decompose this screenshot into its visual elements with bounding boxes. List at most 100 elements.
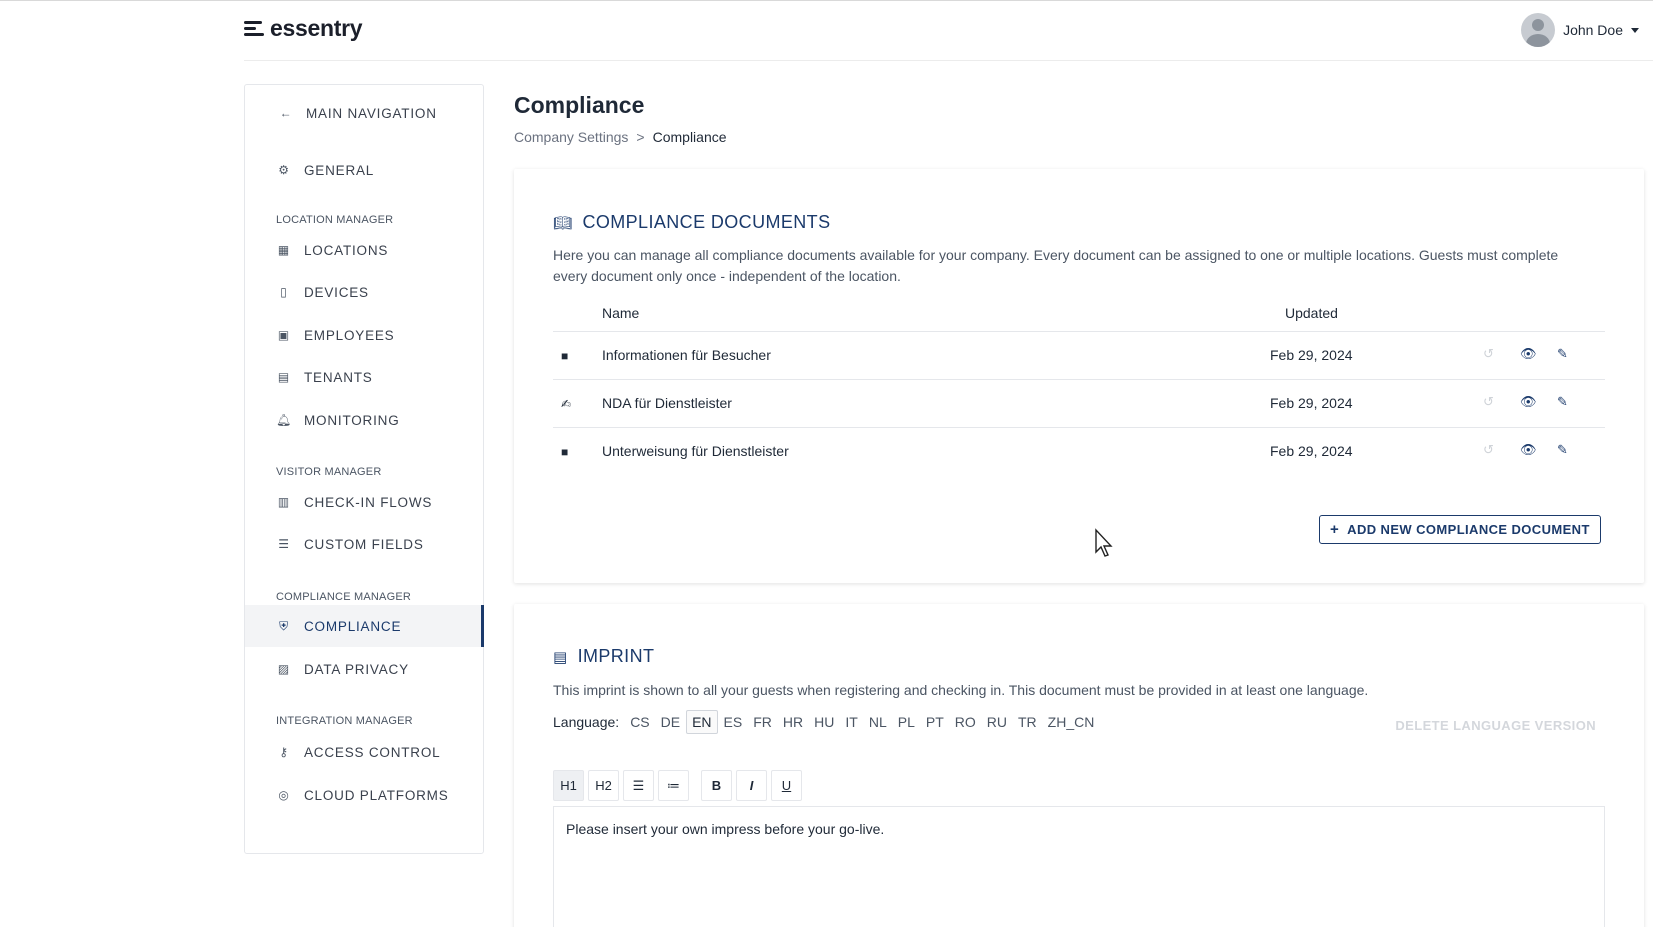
sidebar-item-general[interactable]: ⚙ GENERAL: [245, 149, 483, 191]
numbered-list-icon[interactable]: ≔: [658, 770, 689, 801]
nav-label: DEVICES: [304, 284, 369, 300]
section-label-integration: INTEGRATION MANAGER: [276, 715, 413, 727]
imprint-title: ▤ IMPRINT: [553, 646, 654, 667]
nav-label: MONITORING: [304, 412, 400, 428]
add-compliance-document-button[interactable]: + ADD NEW COMPLIANCE DOCUMENT: [1319, 515, 1601, 544]
language-option-hr[interactable]: HR: [778, 711, 808, 733]
sidebar-item-access-control[interactable]: ⚷ ACCESS CONTROL: [245, 731, 483, 773]
language-label: Language:: [553, 714, 620, 730]
eye-icon[interactable]: 👁︎: [1520, 442, 1537, 458]
sidebar-item-compliance[interactable]: ⛨ COMPLIANCE: [245, 605, 484, 647]
nav-label: EMPLOYEES: [304, 327, 395, 343]
imprint-editor[interactable]: Please insert your own impress before yo…: [553, 806, 1605, 927]
bullet-list-icon[interactable]: ☰: [623, 770, 654, 801]
pencil-icon[interactable]: ✎: [1557, 442, 1568, 458]
nav-label: LOCATIONS: [304, 242, 389, 258]
top-header: essentry John Doe: [0, 0, 1653, 61]
compliance-documents-description: Here you can manage all compliance docum…: [553, 247, 1559, 284]
language-option-en[interactable]: EN: [686, 710, 718, 734]
table-row[interactable]: ✍︎ NDA für Dienstleister Feb 29, 2024 ↺ …: [553, 379, 1605, 427]
language-option-nl[interactable]: NL: [864, 711, 892, 733]
pencil-icon[interactable]: ✎: [1557, 394, 1568, 410]
sidebar-item-checkin-flows[interactable]: ▥ CHECK-IN FLOWS: [245, 481, 483, 523]
table-row[interactable]: ■ Informationen für Besucher Feb 29, 202…: [553, 331, 1605, 379]
nav-label: CUSTOM FIELDS: [304, 536, 424, 552]
nav-label: GENERAL: [304, 162, 375, 178]
nav-label: CLOUD PLATFORMS: [304, 787, 449, 803]
video-icon: ■: [561, 349, 569, 363]
language-selector: Language: CS DE EN ES FR HR HU IT NL PL …: [553, 710, 1100, 734]
sidebar-item-custom-fields[interactable]: ☰ CUSTOM FIELDS: [245, 523, 483, 565]
plus-icon: +: [1330, 521, 1340, 538]
pencil-icon[interactable]: ✎: [1557, 346, 1568, 362]
table-row[interactable]: ■ Unterweisung für Dienstleister Feb 29,…: [553, 427, 1605, 475]
document-name: NDA für Dienstleister: [602, 395, 732, 411]
sidebar: ← MAIN NAVIGATION ⚙ GENERAL LOCATION MAN…: [244, 84, 484, 854]
breadcrumb-current: Compliance: [652, 129, 727, 145]
revert-icon[interactable]: ↺: [1483, 442, 1494, 458]
italic-button[interactable]: I: [736, 770, 767, 801]
language-option-cs[interactable]: CS: [625, 711, 654, 733]
revert-icon[interactable]: ↺: [1483, 394, 1494, 410]
breadcrumb-separator: >: [636, 129, 645, 145]
breadcrumb-link-company-settings[interactable]: Company Settings: [514, 129, 628, 145]
nav-label: MAIN NAVIGATION: [306, 105, 437, 121]
sidebar-item-data-privacy[interactable]: ▨ DATA PRIVACY: [245, 648, 483, 690]
eye-icon[interactable]: 👁︎: [1520, 394, 1537, 410]
underline-button[interactable]: U: [771, 770, 802, 801]
main-navigation-button[interactable]: ← MAIN NAVIGATION: [245, 92, 483, 134]
imprint-card: ▤ IMPRINT This imprint is shown to all y…: [514, 604, 1644, 927]
compliance-documents-card: 📖︎ COMPLIANCE DOCUMENTS Here you can man…: [514, 169, 1644, 583]
language-option-de[interactable]: DE: [656, 711, 685, 733]
section-label-location: LOCATION MANAGER: [276, 214, 394, 226]
cloud-sync-icon: ◎: [278, 788, 290, 802]
nav-label: TENANTS: [304, 369, 373, 385]
mouse-cursor-icon: [1095, 528, 1113, 557]
gear-icon: ⚙: [278, 163, 290, 177]
user-menu[interactable]: John Doe: [1521, 13, 1639, 47]
language-option-pt[interactable]: PT: [921, 711, 949, 733]
sidebar-item-monitoring[interactable]: 🔔︎ MONITORING: [245, 399, 483, 441]
heading1-button[interactable]: H1: [553, 770, 584, 801]
signature-icon: ✍︎: [561, 397, 572, 411]
language-option-es[interactable]: ES: [719, 711, 748, 733]
building-icon: ▦: [277, 243, 291, 257]
sidebar-item-locations[interactable]: ▦ LOCATIONS: [245, 229, 483, 271]
add-button-label: ADD NEW COMPLIANCE DOCUMENT: [1347, 522, 1590, 537]
nav-label: ACCESS CONTROL: [304, 744, 441, 760]
revert-icon[interactable]: ↺: [1483, 346, 1494, 362]
heading2-button[interactable]: H2: [588, 770, 619, 801]
language-option-hu[interactable]: HU: [809, 711, 839, 733]
book-icon: 📖︎: [553, 214, 573, 232]
nav-label: CHECK-IN FLOWS: [304, 494, 433, 510]
save-icon: ▨: [277, 662, 291, 676]
sidebar-item-employees[interactable]: ▣ EMPLOYEES: [245, 314, 483, 356]
sidebar-item-cloud-platforms[interactable]: ◎ CLOUD PLATFORMS: [245, 774, 483, 816]
sidebar-item-tenants[interactable]: ▤ TENANTS: [245, 356, 483, 398]
shield-icon: ⛨: [279, 618, 289, 633]
section-label-visitor: VISITOR MANAGER: [276, 466, 382, 478]
key-icon: ⚷: [279, 745, 289, 759]
language-option-pl[interactable]: PL: [893, 711, 920, 733]
language-option-ro[interactable]: RO: [950, 711, 981, 733]
arrow-left-icon: ←: [279, 106, 293, 120]
language-option-tr[interactable]: TR: [1013, 711, 1042, 733]
sidebar-item-devices[interactable]: ▯ DEVICES: [245, 271, 483, 313]
logo-icon: [244, 21, 266, 36]
header-divider: [244, 60, 1653, 61]
logo[interactable]: essentry: [244, 15, 363, 42]
card-title-text: COMPLIANCE DOCUMENTS: [582, 212, 831, 232]
language-option-zh-cn[interactable]: ZH_CN: [1043, 711, 1100, 733]
page-title: Compliance: [514, 92, 645, 118]
briefcase-icon: ▤: [277, 370, 291, 384]
avatar-icon: [1521, 13, 1556, 47]
language-option-fr[interactable]: FR: [748, 711, 777, 733]
document-updated: Feb 29, 2024: [1270, 347, 1353, 363]
eye-icon[interactable]: 👁︎: [1520, 346, 1537, 362]
document-updated: Feb 29, 2024: [1270, 395, 1353, 411]
language-option-ru[interactable]: RU: [982, 711, 1012, 733]
breadcrumb: Company Settings > Compliance: [514, 129, 727, 145]
language-option-it[interactable]: IT: [840, 711, 862, 733]
delete-language-version-button[interactable]: DELETE LANGUAGE VERSION: [1395, 718, 1596, 733]
bold-button[interactable]: B: [701, 770, 732, 801]
